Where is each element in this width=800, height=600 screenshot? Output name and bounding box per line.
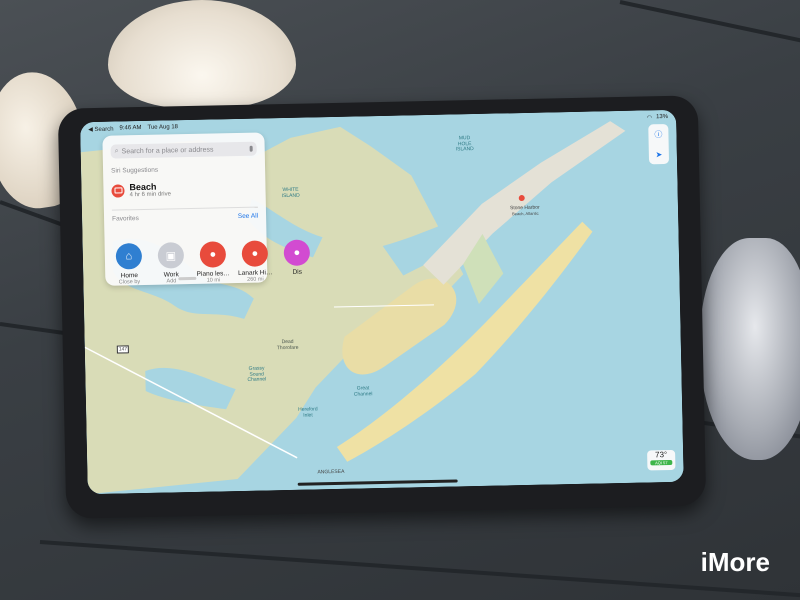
search-input[interactable]: ⌕ Search for a place or address — [110, 141, 257, 159]
favorites-row: ⌂ Home Close by ▣ Work Add ● Piano les… 10 mi ● La… — [109, 239, 318, 286]
favorite-detail: 10 mi — [206, 277, 221, 284]
back-to-search-link[interactable]: ◀ Search — [88, 125, 113, 133]
favorites-header: Favorites — [112, 215, 139, 223]
location-arrow-icon[interactable]: ➤ — [655, 150, 662, 159]
siri-suggestion-beach[interactable]: Beach 4 hr 6 min drive — [111, 181, 171, 198]
search-placeholder: Search for a place or address — [121, 145, 214, 155]
pin-icon: ● — [283, 239, 311, 267]
map-label-hereford-inlet: Hereford Inlet — [298, 406, 318, 419]
panel-grabber[interactable] — [178, 276, 197, 281]
map-label-stone-harbor-sub: Beach, Atlantic — [512, 210, 539, 217]
air-quality-index: AQI 57 — [650, 459, 673, 466]
info-icon[interactable]: ⓘ — [654, 129, 662, 140]
favorite-item[interactable]: ● Lanark Hi… 260 mi — [235, 240, 276, 283]
pin-icon: ● — [241, 240, 269, 267]
favorite-name: Dis — [292, 268, 303, 276]
temperature: 73° — [654, 450, 668, 460]
siri-suggestions-header: Siri Suggestions — [111, 166, 159, 175]
favorite-detail: Close by — [118, 279, 141, 286]
wifi-icon: ◠ — [646, 114, 653, 121]
map-label-white-island: WHITE ISLAND — [281, 186, 300, 199]
battery-level: 13% — [656, 113, 669, 121]
map-label-grassy-sound: Grassy Sound Channel — [247, 365, 267, 383]
search-panel: ⌕ Search for a place or address Siri Sug… — [102, 132, 311, 286]
pin-icon: ● — [199, 241, 227, 268]
map-label-anglesea: ANGLESEA — [317, 468, 345, 476]
map-label-dead-thorofare: Dead Thorofare — [276, 338, 299, 351]
map-label-great-channel: Great Channel — [353, 385, 373, 398]
map-controls: ⓘ ➤ — [648, 123, 670, 165]
see-all-link[interactable]: See All — [238, 213, 258, 220]
favorite-item[interactable]: ● Piano les… 10 mi — [193, 241, 234, 284]
ipad-device: MUD HOLE ISLAND WHITE ISLAND Stone Harbo… — [57, 95, 707, 519]
divider — [111, 206, 258, 211]
status-time: 9:46 AM — [119, 124, 142, 132]
house-icon: ⌂ — [115, 243, 143, 270]
favorite-detail: Add — [166, 278, 177, 285]
search-icon: ⌕ — [114, 147, 119, 155]
oyster-shell — [700, 238, 800, 460]
weather-widget[interactable]: 73° AQI 57 — [647, 449, 676, 471]
microphone-icon[interactable] — [249, 145, 253, 152]
favorite-item[interactable]: ● Dis — [277, 239, 318, 282]
favorite-detail: 260 mi — [247, 276, 264, 283]
briefcase-icon: ▣ — [157, 242, 185, 269]
favorite-item[interactable]: ⌂ Home Close by — [109, 243, 150, 286]
ipad-screen: MUD HOLE ISLAND WHITE ISLAND Stone Harbo… — [80, 109, 684, 495]
map-label-mud-hole: MUD HOLE ISLAND — [455, 135, 474, 153]
imore-watermark: iMore — [700, 547, 770, 577]
route-shield: 147 — [116, 345, 130, 354]
suggestion-subtitle: 4 hr 6 min drive — [129, 191, 172, 199]
status-date: Tue Aug 18 — [147, 124, 179, 131]
calendar-icon — [111, 183, 125, 198]
